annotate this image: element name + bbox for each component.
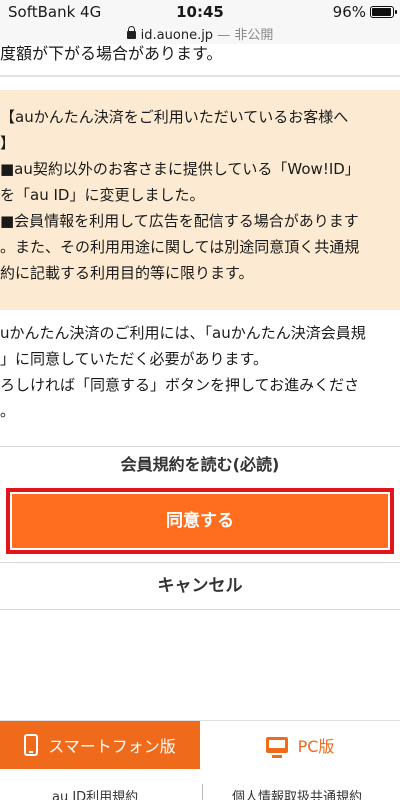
footer-links: au ID利用規約 個人情報取扱共通規約 xyxy=(0,780,400,800)
link-separator xyxy=(202,784,203,800)
tab-pc-label: PC版 xyxy=(297,737,335,756)
read-terms-link[interactable]: 会員規約を読む(必読) xyxy=(0,447,400,483)
notice-line: 。また、その利用用途に関しては別途同意頂く共通規 xyxy=(0,238,360,256)
battery-percent: 96% xyxy=(332,3,366,21)
limit-notice-text: 度額が下がる場合があります。 xyxy=(0,44,223,63)
notice-line: ■au契約以外のお客さまに提供している「Wow!ID」 xyxy=(0,160,360,178)
privacy-terms-link[interactable]: 個人情報取扱共通規約 xyxy=(232,786,362,800)
notice-line: を「au ID」に変更しました。 xyxy=(0,186,205,204)
smartphone-icon xyxy=(24,734,39,756)
notice-line: 約に記載する利用目的等に限ります。 xyxy=(0,264,254,282)
notice-line: 】 xyxy=(0,134,16,152)
status-bar: SoftBank 4G 10:45 96% xyxy=(0,0,400,24)
limit-notice: 度額が下がる場合があります。 xyxy=(0,40,400,68)
cancel-button[interactable]: キャンセル xyxy=(0,562,400,610)
au-id-terms-link[interactable]: au ID利用規約 xyxy=(52,786,138,800)
consent-line: 。 xyxy=(0,402,16,420)
lock-icon xyxy=(126,26,136,39)
consent-line: uかんたん決済のご利用には、「auかんたん決済会員規 xyxy=(0,324,366,342)
notice-line: ■会員情報を利用して広告を配信する場合があります xyxy=(0,212,359,230)
notice-line: 【auかんたん決済をご利用いただいているお客様へ xyxy=(0,108,349,126)
tab-smartphone[interactable]: スマートフォン版 xyxy=(0,721,200,769)
tab-pc[interactable]: PC版 xyxy=(200,721,400,769)
consent-instructions: uかんたん決済のご利用には、「auかんたん決済会員規 」に同意していただく必要が… xyxy=(0,320,400,424)
agree-button[interactable]: 同意する xyxy=(12,494,388,548)
monitor-icon xyxy=(265,737,288,758)
tab-smartphone-label: スマートフォン版 xyxy=(48,737,176,756)
version-tabs: スマートフォン版 PC版 xyxy=(0,720,400,769)
consent-line: 」に同意していただく必要があります。 xyxy=(0,350,269,368)
customer-notice-box: 【auかんたん決済をご利用いただいているお客様へ 】 ■au契約以外のお客さまに… xyxy=(0,90,400,310)
divider xyxy=(0,75,400,77)
battery-icon xyxy=(370,6,397,18)
consent-line: ろしければ「同意する」ボタンを押してお進みくださ xyxy=(0,376,360,394)
